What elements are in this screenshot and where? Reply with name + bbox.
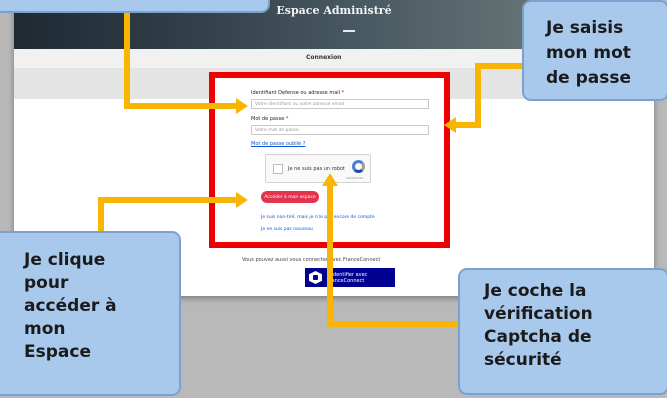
identifier-input[interactable]: Votre identifiant ou votre adresse email — [251, 99, 429, 109]
no-account-link[interactable]: Je suis non-tiré, mais je n'ai pas encor… — [261, 215, 375, 220]
callout-password: Je saisis mon mot de passe — [522, 0, 667, 101]
tab-connexion[interactable]: Connexion — [306, 54, 341, 61]
callout-captcha-line: Je coche la — [484, 281, 587, 301]
captcha-checkbox[interactable] — [273, 164, 283, 174]
login-form-highlight: Identifiant Defense ou adresse mail * Vo… — [209, 72, 450, 248]
franceconnect-line1: S'identifier avec — [327, 271, 368, 278]
franceconnect-intro: Vous pouvez aussi vous connecter avec Fr… — [242, 257, 381, 263]
callout-captcha-line: vérification — [484, 304, 593, 324]
password-input[interactable]: Votre mot de passe — [251, 125, 429, 135]
franceconnect-logo-icon — [309, 271, 322, 284]
callout-click-line: Je clique — [24, 250, 106, 270]
captcha-label: Je ne suis pas un robot — [288, 166, 345, 172]
other-link[interactable]: Je ne suis pas nouveau — [261, 227, 313, 232]
franceconnect-button[interactable]: S'identifier avec FranceConnect — [305, 268, 395, 287]
title-divider — [343, 30, 355, 32]
recaptcha-icon — [352, 160, 365, 173]
callout-password-line: de passe — [546, 68, 632, 88]
callout-password-line: mon mot — [546, 43, 631, 63]
callout-top — [0, 0, 270, 13]
password-label: Mot de passe * — [251, 116, 289, 122]
callout-click-line: Espace — [24, 342, 91, 362]
callout-click-line: mon — [24, 319, 66, 339]
callout-captcha-line: Captcha de — [484, 327, 592, 347]
callout-password-line: Je saisis — [546, 18, 624, 38]
callout-click: Je clique pour accéder à mon Espace — [0, 231, 181, 396]
captcha-brand: reCAPTCHA — [346, 176, 364, 180]
callout-click-line: accéder à — [24, 296, 117, 316]
captcha-widget: Je ne suis pas un robot reCAPTCHA — [265, 154, 371, 183]
login-button[interactable]: Accéder à mon espace — [261, 191, 319, 203]
franceconnect-line2: FranceConnect — [327, 277, 365, 284]
identifier-label: Identifiant Defense ou adresse mail * — [251, 90, 345, 96]
callout-captcha: Je coche la vérification Captcha de sécu… — [458, 268, 667, 395]
forgot-password-link[interactable]: Mot de passe oublié ? — [251, 141, 305, 147]
callout-click-line: pour — [24, 273, 69, 293]
callout-captcha-line: sécurité — [484, 350, 562, 370]
